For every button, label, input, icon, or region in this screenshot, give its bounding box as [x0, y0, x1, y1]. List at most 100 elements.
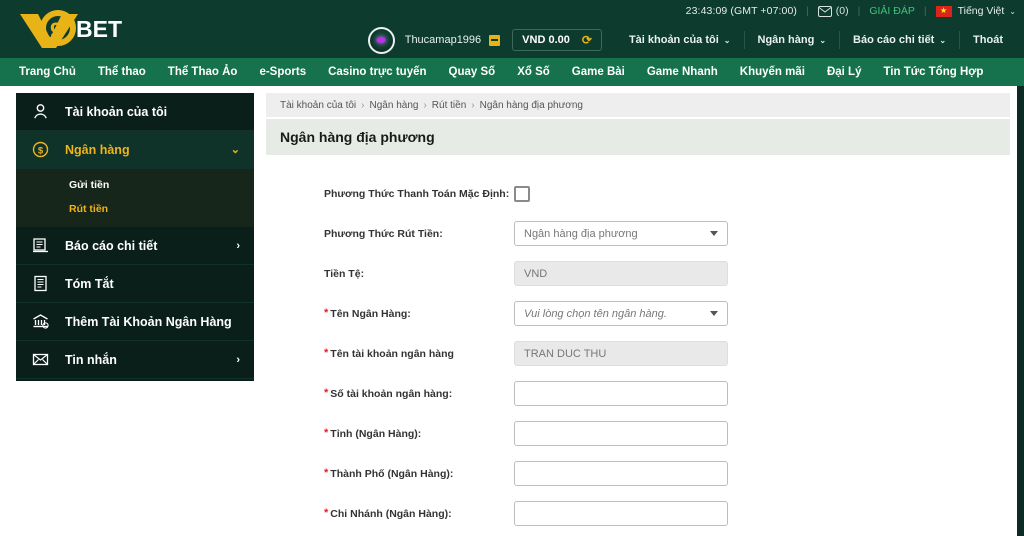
page-title: Ngân hàng địa phương [280, 129, 435, 145]
form-row-8: * Chi Nhánh (Ngân Hàng): [324, 499, 1010, 528]
sidebar-item-3[interactable]: Tóm Tắt [16, 265, 254, 303]
form-row-6: * Tỉnh (Ngân Hàng): [324, 419, 1010, 448]
divider: | [923, 5, 927, 17]
sidebar-item-label: Tin nhắn [65, 352, 117, 367]
form-select-3[interactable]: Vui lòng chọn tên ngân hàng. [514, 301, 728, 326]
form-control-wrap: VND [514, 261, 728, 286]
nav-item-2[interactable]: Thể Thao Ảo [157, 58, 249, 86]
user-badge-icon[interactable] [489, 34, 501, 46]
report-icon [32, 237, 58, 254]
form-input-8[interactable] [514, 501, 728, 526]
nav-item-7[interactable]: Game Bài [561, 58, 636, 86]
required-asterisk: * [324, 387, 329, 399]
language-selector[interactable]: Tiếng Việt ⌄ [935, 5, 1016, 17]
svg-text:$: $ [38, 145, 44, 156]
page-root: 9 BET 23:43:09 (GMT +07:00) | (0) | GIẢI… [0, 0, 1024, 536]
sidebar-item-0[interactable]: Tài khoản của tôi [16, 93, 254, 131]
chevron-down-icon [710, 231, 718, 236]
menu-item-my-account[interactable]: Tài khoản của tôi ⌄ [616, 34, 744, 46]
breadcrumb-separator: › [361, 99, 365, 111]
breadcrumb-item-3: Ngân hàng địa phương [479, 99, 583, 111]
label-text: Tên Ngân Hàng: [330, 307, 411, 320]
sidebar-item-1[interactable]: $ Ngân hàng ⌄ [16, 131, 254, 169]
main-navigation: Trang Chủ Thể thao Thể Thao Ảo e-Sports Casi… [0, 58, 1024, 86]
right-edge-strip [1017, 86, 1024, 536]
menu-item-logout[interactable]: Thoát [960, 34, 1016, 46]
inbox-link[interactable]: (0) [817, 5, 849, 17]
select-value: Vui lòng chọn tên ngân hàng. [524, 307, 667, 320]
label-text: Thành Phố (Ngân Hàng): [330, 467, 454, 480]
username-label: Thucamap1996 [404, 34, 482, 46]
form-row-5: * Số tài khoản ngân hàng: [324, 379, 1010, 408]
nav-item-1[interactable]: Thể thao [87, 58, 157, 86]
form-row-1: Phương Thức Rút Tiền: Ngân hàng địa phươn… [324, 219, 1010, 248]
form-input-6[interactable] [514, 421, 728, 446]
withdrawal-form: Phương Thức Thanh Toán Mặc Định: Phương T… [266, 179, 1010, 536]
label-text: Phương Thức Rút Tiền: [324, 227, 443, 240]
nav-item-10[interactable]: Đại Lý [816, 58, 873, 86]
nav-item-0[interactable]: Trang Chủ [8, 58, 87, 86]
balance-amount: VND 0.00 [522, 34, 570, 46]
sidebar-item-label: Ngân hàng [65, 142, 130, 157]
sidebar-item-5[interactable]: Tin nhắn › [16, 341, 254, 379]
avatar[interactable] [367, 26, 395, 54]
menu-item-reports[interactable]: Báo cáo chi tiết ⌄ [840, 34, 959, 46]
form-control-wrap [514, 381, 728, 406]
form-control-wrap [514, 461, 728, 486]
form-row-3: * Tên Ngân Hàng: Vui lòng chọn tên ngân hà… [324, 299, 1010, 328]
form-input-7[interactable] [514, 461, 728, 486]
sidebar-subitem-0[interactable]: Gửi tiền [16, 173, 254, 197]
refresh-icon[interactable]: ⟳ [582, 34, 592, 46]
form-label-8: * Chi Nhánh (Ngân Hàng): [324, 508, 514, 520]
form-label-5: * Số tài khoản ngân hàng: [324, 388, 514, 400]
breadcrumb-item-0[interactable]: Tài khoản của tôi [280, 100, 356, 111]
required-asterisk: * [324, 507, 329, 519]
nav-item-8[interactable]: Game Nhanh [636, 58, 729, 86]
form-label-6: * Tỉnh (Ngân Hàng): [324, 428, 514, 440]
sidebar-item-2[interactable]: Báo cáo chi tiết › [16, 227, 254, 265]
breadcrumb-separator: › [471, 99, 475, 111]
menu-label: Thoát [973, 34, 1003, 46]
top-status-bar: 23:43:09 (GMT +07:00) | (0) | GIẢI ĐÁP |… [686, 0, 1016, 22]
chevron-down-icon: ⌄ [230, 144, 240, 156]
inbox-count: (0) [835, 5, 849, 17]
vietnam-flag-icon [935, 5, 952, 17]
form-input-2: VND [514, 261, 728, 286]
nav-item-4[interactable]: Casino trực tuyến [317, 58, 437, 86]
nav-item-9[interactable]: Khuyến mãi [729, 58, 816, 86]
breadcrumb-separator: › [423, 99, 427, 111]
form-control-wrap [514, 501, 728, 526]
envelope-icon [817, 5, 832, 17]
chevron-down-icon: ⌄ [1009, 6, 1016, 16]
sidebar-subitem-1[interactable]: Rút tiền [16, 197, 254, 221]
breadcrumb-item-2[interactable]: Rút tiền [432, 100, 466, 111]
sidebar-item-4[interactable]: Thêm Tài Khoản Ngân Hàng [16, 303, 254, 341]
menu-label: Báo cáo chi tiết [853, 34, 935, 46]
nav-item-5[interactable]: Quay Số [438, 58, 507, 86]
label-text: Tên tài khoản ngân hàng [330, 347, 454, 360]
sidebar-item-label: Tóm Tắt [65, 276, 114, 291]
form-control-wrap [514, 185, 728, 202]
nav-item-3[interactable]: e-Sports [248, 58, 317, 86]
nav-item-6[interactable]: Xổ Số [506, 58, 561, 86]
chevron-right-icon: › [236, 239, 240, 252]
help-link[interactable]: GIẢI ĐÁP [869, 5, 915, 17]
form-row-0: Phương Thức Thanh Toán Mặc Định: [324, 179, 1010, 208]
sidebar: Tài khoản của tôi $ Ngân hàng ⌄ Gửi tiền Rút … [16, 93, 254, 381]
breadcrumb-item-1[interactable]: Ngân hàng [370, 100, 419, 111]
menu-item-banking[interactable]: Ngân hàng ⌄ [745, 34, 840, 46]
sidebar-item-label: Tài khoản của tôi [65, 104, 168, 119]
balance-display[interactable]: VND 0.00 ⟳ [512, 29, 602, 51]
form-select-1[interactable]: Ngân hàng địa phương [514, 221, 728, 246]
nav-item-11[interactable]: Tin Tức Tổng Hợp [872, 58, 994, 86]
sidebar-submenu: Gửi tiền Rút tiền [16, 169, 254, 227]
label-text: Số tài khoản ngân hàng: [330, 387, 453, 400]
form-input-5[interactable] [514, 381, 728, 406]
page-title-bar: Ngân hàng địa phương [266, 119, 1010, 155]
site-logo[interactable]: 9 BET [14, 6, 132, 50]
label-text: Chi Nhánh (Ngân Hàng): [330, 507, 452, 520]
required-asterisk: * [324, 307, 329, 319]
chevron-down-icon: ⌄ [939, 35, 947, 45]
default-payment-checkbox[interactable] [514, 185, 530, 202]
chevron-right-icon: › [236, 353, 240, 366]
